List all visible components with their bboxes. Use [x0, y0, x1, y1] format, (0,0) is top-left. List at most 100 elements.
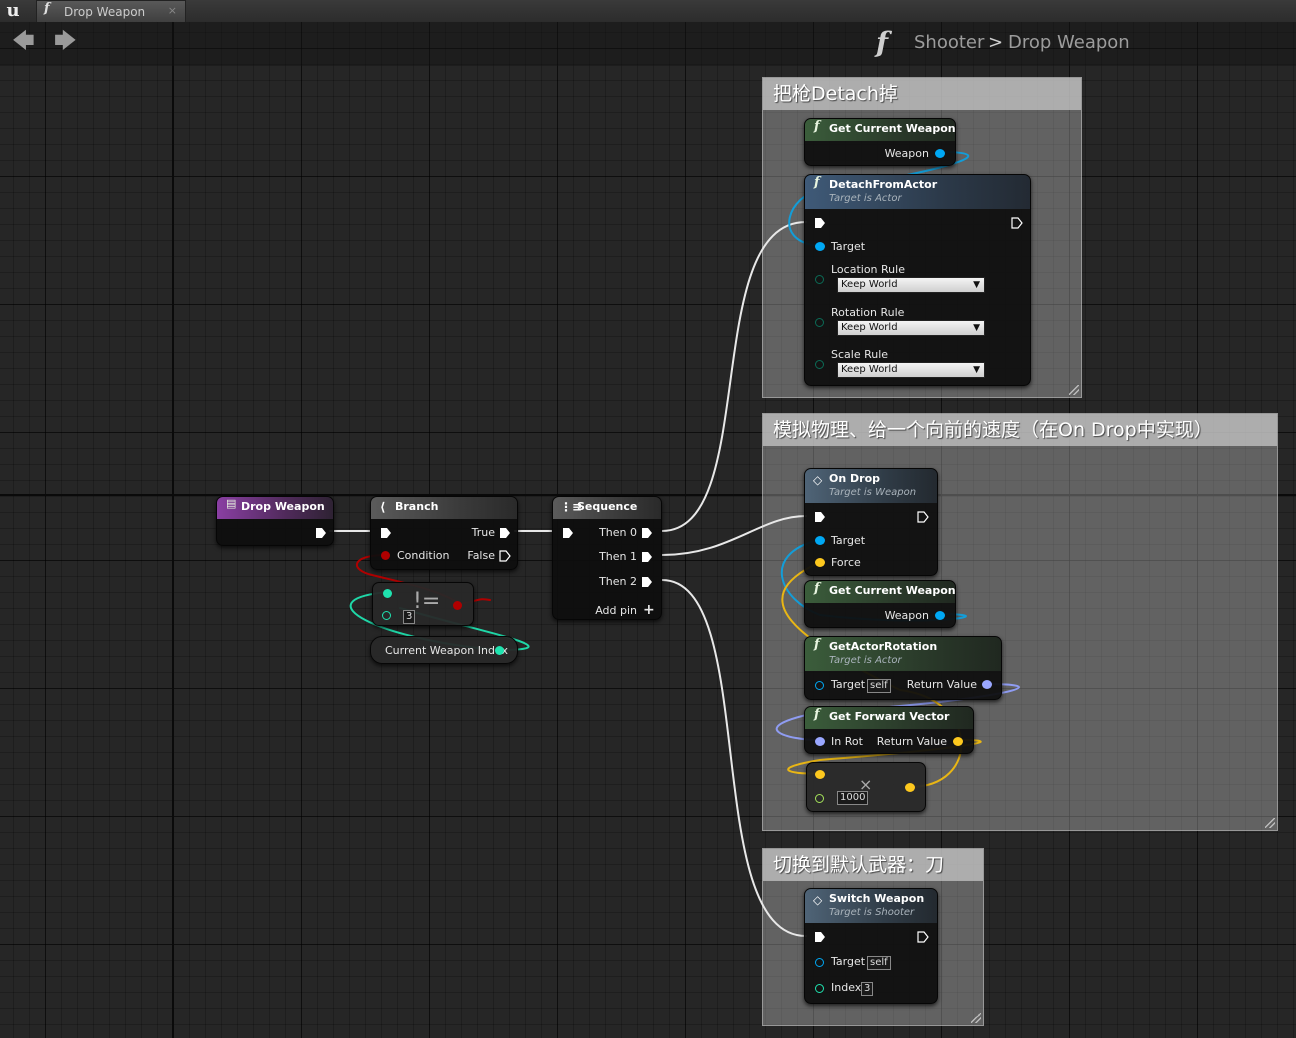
node-get-current-weapon-2[interactable]: f Get Current Weapon Weapon — [804, 580, 956, 628]
node-get-forward-vector[interactable]: f Get Forward Vector In Rot Return Value — [804, 706, 974, 754]
exec-false-pin[interactable] — [499, 550, 511, 562]
dropdown-value: Keep World — [841, 322, 898, 333]
self-value-field[interactable]: self — [867, 679, 891, 693]
pin-target-label: Target — [831, 678, 866, 691]
pin-true-label: True — [471, 526, 495, 539]
exec-in-pin[interactable] — [814, 931, 826, 943]
node-header: ▤ Drop Weapon — [217, 497, 333, 519]
node-header: f Get Current Weapon — [805, 581, 956, 603]
node-get-current-weapon-1[interactable]: f Get Current Weapon Weapon — [804, 118, 956, 166]
bool-out-pin[interactable] — [453, 601, 462, 610]
node-switch-weapon[interactable]: ◇ Switch Weapon Target is Shooter Target… — [804, 888, 938, 1004]
node-header: f GetActorRotation Target is Actor — [805, 637, 1001, 671]
node-header: f Get Current Weapon — [805, 119, 956, 141]
index-value-field[interactable]: 3 — [861, 982, 874, 996]
rotator-in-pin[interactable] — [815, 737, 825, 746]
wire-exec — [661, 579, 807, 937]
object-target-pin[interactable] — [815, 681, 824, 690]
int-in-pin-b[interactable] — [382, 611, 391, 620]
node-sequence[interactable]: ⋮≡ Sequence Then 0 Then 1 Then 2 Add pin… — [552, 496, 662, 620]
exec-out-pin[interactable] — [315, 527, 327, 539]
object-target-pin[interactable] — [815, 536, 825, 545]
exec-true-pin[interactable] — [499, 527, 511, 539]
node-header: f DetachFromActor Target is Actor — [805, 175, 1030, 209]
function-entry-icon: ▤ — [226, 497, 237, 510]
bool-condition-pin[interactable] — [381, 551, 390, 560]
location-rule-dropdown[interactable]: Keep World ▼ — [837, 277, 985, 293]
function-icon: f — [814, 707, 820, 722]
node-detach-from-actor[interactable]: f DetachFromActor Target is Actor Target… — [804, 174, 1031, 386]
vector-in-pin[interactable] — [815, 770, 825, 779]
int-out-pin[interactable] — [495, 646, 504, 655]
node-on-drop[interactable]: ◇ On Drop Target is Weapon Target Force — [804, 468, 938, 576]
pin-in-rot-label: In Rot — [831, 735, 863, 748]
scale-rule-dropdown[interactable]: Keep World ▼ — [837, 362, 985, 378]
node-header: ◇ Switch Weapon Target is Shooter — [805, 889, 937, 923]
node-current-weapon-index[interactable]: Current Weapon Index — [370, 636, 518, 664]
rotation-rule-dropdown[interactable]: Keep World ▼ — [837, 320, 985, 336]
node-header: f Get Forward Vector — [805, 707, 973, 729]
object-target-pin[interactable] — [815, 958, 824, 967]
node-header: ⟨ Branch — [371, 497, 517, 519]
node-branch[interactable]: ⟨ Branch True Condition False — [370, 496, 518, 570]
pin-location-rule-label: Location Rule — [831, 263, 905, 276]
pin-return-label: Return Value — [906, 678, 977, 691]
vector-out-pin[interactable] — [905, 783, 915, 792]
branch-icon: ⟨ — [380, 500, 386, 514]
chevron-down-icon: ▼ — [973, 323, 980, 333]
vector-out-pin[interactable] — [953, 737, 963, 746]
exec-out-pin[interactable] — [1011, 217, 1023, 229]
dropdown-value: Keep World — [841, 279, 898, 290]
exec-in-pin[interactable] — [814, 511, 826, 523]
node-not-equal[interactable]: 3 != — [372, 582, 474, 626]
exec-then0-pin[interactable] — [641, 527, 653, 539]
node-title: Get Forward Vector — [829, 710, 950, 723]
int-in-pin[interactable] — [383, 589, 392, 598]
function-icon: f — [814, 175, 820, 190]
pin-condition-label: Condition — [397, 549, 450, 562]
wire-exec — [661, 515, 807, 556]
dropdown-value: Keep World — [841, 364, 898, 375]
object-target-pin[interactable] — [815, 242, 825, 251]
enum-rotation-pin[interactable] — [815, 318, 824, 327]
node-subtitle: Target is Actor — [829, 655, 902, 666]
exec-then1-pin[interactable] — [641, 551, 653, 563]
node-title: Get Current Weapon — [829, 584, 956, 597]
pin-then0-label: Then 0 — [599, 526, 637, 539]
pin-target-label: Target — [831, 955, 866, 968]
self-value-field[interactable]: self — [867, 956, 891, 970]
object-out-pin[interactable] — [935, 149, 945, 158]
exec-in-pin[interactable] — [562, 527, 574, 539]
node-title: Drop Weapon — [241, 500, 325, 513]
not-equal-operator: != — [413, 589, 441, 614]
add-pin-button[interactable]: Add pin — [595, 604, 637, 618]
object-out-pin[interactable] — [935, 611, 945, 620]
node-drop-weapon-entry[interactable]: ▤ Drop Weapon — [216, 496, 334, 546]
pin-return-label: Return Value — [876, 735, 947, 748]
rotator-out-pin[interactable] — [982, 680, 992, 689]
exec-then2-pin[interactable] — [641, 576, 653, 588]
vector-force-pin[interactable] — [815, 558, 825, 567]
node-multiply[interactable]: 1000 × — [806, 762, 926, 812]
enum-location-pin[interactable] — [815, 275, 824, 284]
pin-scale-rule-label: Scale Rule — [831, 348, 889, 361]
pin-index-label: Index — [831, 981, 862, 994]
exec-out-pin[interactable] — [917, 511, 929, 523]
enum-scale-pin[interactable] — [815, 360, 824, 369]
node-header: ⋮≡ Sequence — [553, 497, 661, 519]
pin-weapon-label: Weapon — [884, 147, 929, 160]
node-subtitle: Target is Actor — [829, 193, 902, 204]
pin-weapon-label: Weapon — [884, 609, 929, 622]
pin-target-label: Target — [831, 534, 866, 547]
int-index-pin[interactable] — [815, 984, 824, 993]
pin-then1-label: Then 1 — [599, 550, 637, 563]
event-diamond-icon: ◇ — [813, 893, 823, 907]
exec-in-pin[interactable] — [380, 527, 392, 539]
exec-in-pin[interactable] — [814, 217, 826, 229]
float-in-pin[interactable] — [815, 794, 824, 803]
sequence-icon: ⋮≡ — [560, 500, 583, 514]
add-pin-plus-icon[interactable]: + — [643, 603, 655, 617]
node-get-actor-rotation[interactable]: f GetActorRotation Target is Actor Targe… — [804, 636, 1002, 700]
exec-out-pin[interactable] — [917, 931, 929, 943]
chevron-down-icon: ▼ — [973, 365, 980, 375]
